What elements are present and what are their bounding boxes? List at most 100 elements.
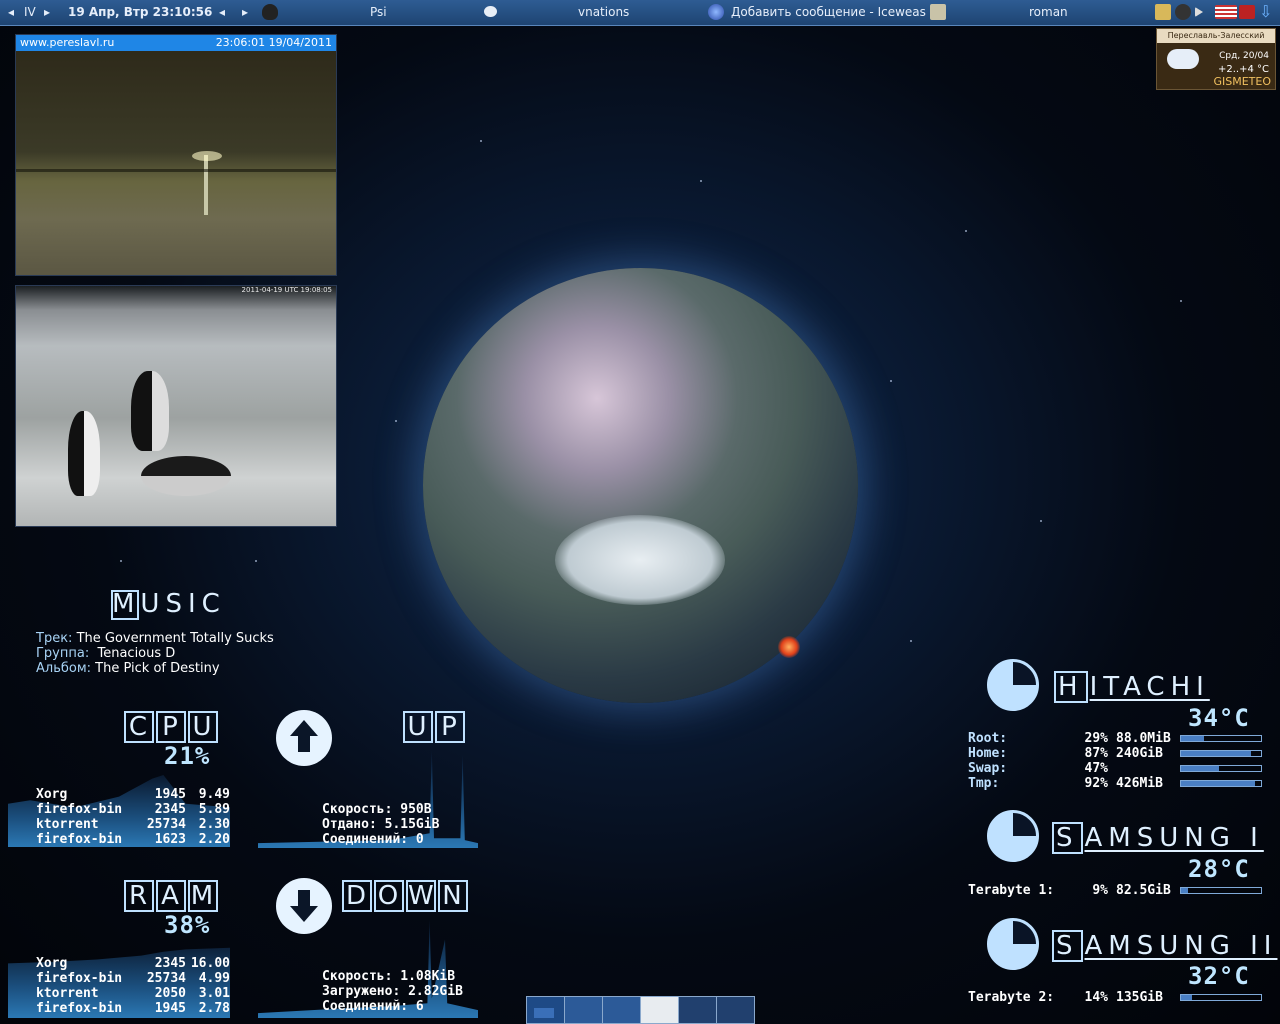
partition-label: Home: [968,746,1008,761]
desktop-pager[interactable] [526,996,755,1024]
task-psi[interactable]: Psi [370,5,387,19]
upload-stats: Скорость: 950B Отдано: 5.15GiB Соединени… [322,802,439,847]
music-first-letter-box [111,590,139,620]
down-speed: 1.08KiB [400,969,456,984]
cpu-process-name: Xorg [36,787,68,802]
webcam-night-view [16,51,336,275]
pager-desktop-5[interactable] [679,997,717,1023]
download-arrow-icon[interactable]: ⇩ [1259,2,1275,21]
cpu-process-pid: 2345 [154,802,186,817]
ram-process-row: Xorg 2345 16.00 [36,956,230,971]
weather-city: Переславль-Залесский [1157,29,1275,43]
upload-arrow-icon [276,710,332,766]
ram-process-row: firefox-bin 1945 2.78 [36,1001,230,1016]
ram-process-name: firefox-bin [36,1001,123,1016]
next-desktop-arrow[interactable]: ▸ [44,5,50,19]
chat-bubble-icon[interactable] [484,6,497,17]
up-total-label: Отдано: [322,817,377,832]
down-conn-label: Соединений: [322,999,409,1014]
weather-widget[interactable]: Переславль-Залесский Срд, 20/04 +2..+4 °… [1156,28,1276,90]
desktop-indicator[interactable]: IV [24,5,36,19]
ram-process-pid: 25734 [146,971,186,986]
partition-usage-bar [1180,765,1262,772]
prev-desktop-arrow[interactable]: ◂ [8,5,14,19]
cpu-percent: 21% [164,742,211,770]
up-conn: 0 [415,832,424,847]
pager-desktop-4[interactable] [641,997,679,1023]
network-icon[interactable] [1239,5,1255,19]
download-stats: Скорость: 1.08KiB Загружено: 2.82GiB Сое… [322,969,463,1014]
cpu-process-val: 9.49 [198,787,230,802]
folder-icon[interactable] [930,4,946,20]
samsung1-usage: Terabyte 1: 9% 82.5GiB [968,883,1262,898]
up-conn-label: Соединений: [322,832,409,847]
samsung2-name-rest: AMSUNG II [1084,931,1278,961]
samsung1-pie-icon [987,810,1039,862]
samsung1-name-rest: AMSUNG I [1084,823,1264,853]
cpu-process-name: ktorrent [36,817,99,832]
down-header-o: O [374,880,404,912]
pager-desktop-6[interactable] [717,997,754,1023]
cpu-process-row: firefox-bin 2345 5.89 [36,802,230,817]
group-label: Группа: [36,646,90,661]
iceweasel-icon[interactable] [708,4,724,20]
us-flag-icon[interactable] [1215,5,1237,19]
samsung1-bar [1180,887,1262,894]
samsung2-label: Terabyte 2: [968,990,1055,1005]
down-header-w: W [406,880,436,912]
pager-desktop-2[interactable] [565,997,603,1023]
cpu-process-pid: 1623 [154,832,186,847]
hitachi-name-rest: ITACHI [1089,672,1210,702]
up-header: UP [403,711,467,743]
task-vnations[interactable]: vnations [578,5,629,19]
webcam2-timestamp: 2011-04-19 UTC 19:08:05 [241,286,332,294]
cpu-process-row: ktorrent 25734 2.30 [36,817,230,832]
up-header-u: U [403,711,433,743]
partition-row: Swap: 47% [968,761,1262,776]
partition-usage-fill [1181,751,1251,756]
next-arrow[interactable]: ▸ [242,5,248,19]
samsung2-usage: Terabyte 2: 14% 135GiB [968,990,1262,1005]
prev-arrow[interactable]: ◂ [219,5,225,19]
cpu-process-val: 2.20 [198,832,230,847]
ram-process-pid: 2050 [154,986,186,1001]
hitachi-header: H ITACHI [1054,671,1210,703]
samsung1-pct: 9% [1092,883,1108,898]
ram-process-pid: 2345 [154,956,186,971]
cpu-process-pid: 1945 [154,787,186,802]
samsung2-pct: 14% [1084,990,1108,1005]
ram-process-pid: 1945 [154,1001,186,1016]
samsung1-size: 82.5GiB [1116,883,1171,898]
cloud-rain-icon [1167,49,1199,69]
tux-tray-icon[interactable] [1175,4,1191,20]
volume-icon[interactable] [1195,7,1203,17]
cpu-header-c: C [124,711,154,743]
pager-desktop-3[interactable] [603,997,641,1023]
task-roman[interactable]: roman [1029,5,1068,19]
samsung1-header: S AMSUNG I [1052,822,1264,854]
track-label: Трек: [36,631,73,646]
partition-usage-bar [1180,735,1262,742]
penguin-3 [141,456,231,496]
partition-size: 240GiB [1116,746,1163,761]
partition-row: Tmp: 92% 426MiB [968,776,1262,791]
down-header-n: N [438,880,468,912]
task-iceweasel[interactable]: Добавить сообщение - Iceweas [731,5,926,19]
pager-desktop-1[interactable] [527,997,565,1023]
ram-header-m: M [188,880,218,912]
panel-clock[interactable]: 19 Апр, Втр 23:10:56 [68,5,212,19]
red-glow [778,636,800,658]
cpu-process-val: 5.89 [198,802,230,817]
ram-process-row: ktorrent 2050 3.01 [36,986,230,1001]
tux-icon[interactable] [262,4,278,20]
notes-icon[interactable] [1155,4,1171,20]
cpu-process-row: firefox-bin 1623 2.20 [36,832,230,847]
partition-pct: 29% [1084,731,1108,746]
ram-process-val: 3.01 [198,986,230,1001]
cpu-header-p: P [156,711,186,743]
cpu-process-row: Xorg 1945 9.49 [36,787,230,802]
down-total-label: Загружено: [322,984,401,999]
down-header-d: D [342,880,372,912]
down-speed-label: Скорость: [322,969,393,984]
hitachi-partitions: Root: 29% 88.0MiB Home: 87% 240GiB Swap: 47% Tmp… [968,731,1262,791]
